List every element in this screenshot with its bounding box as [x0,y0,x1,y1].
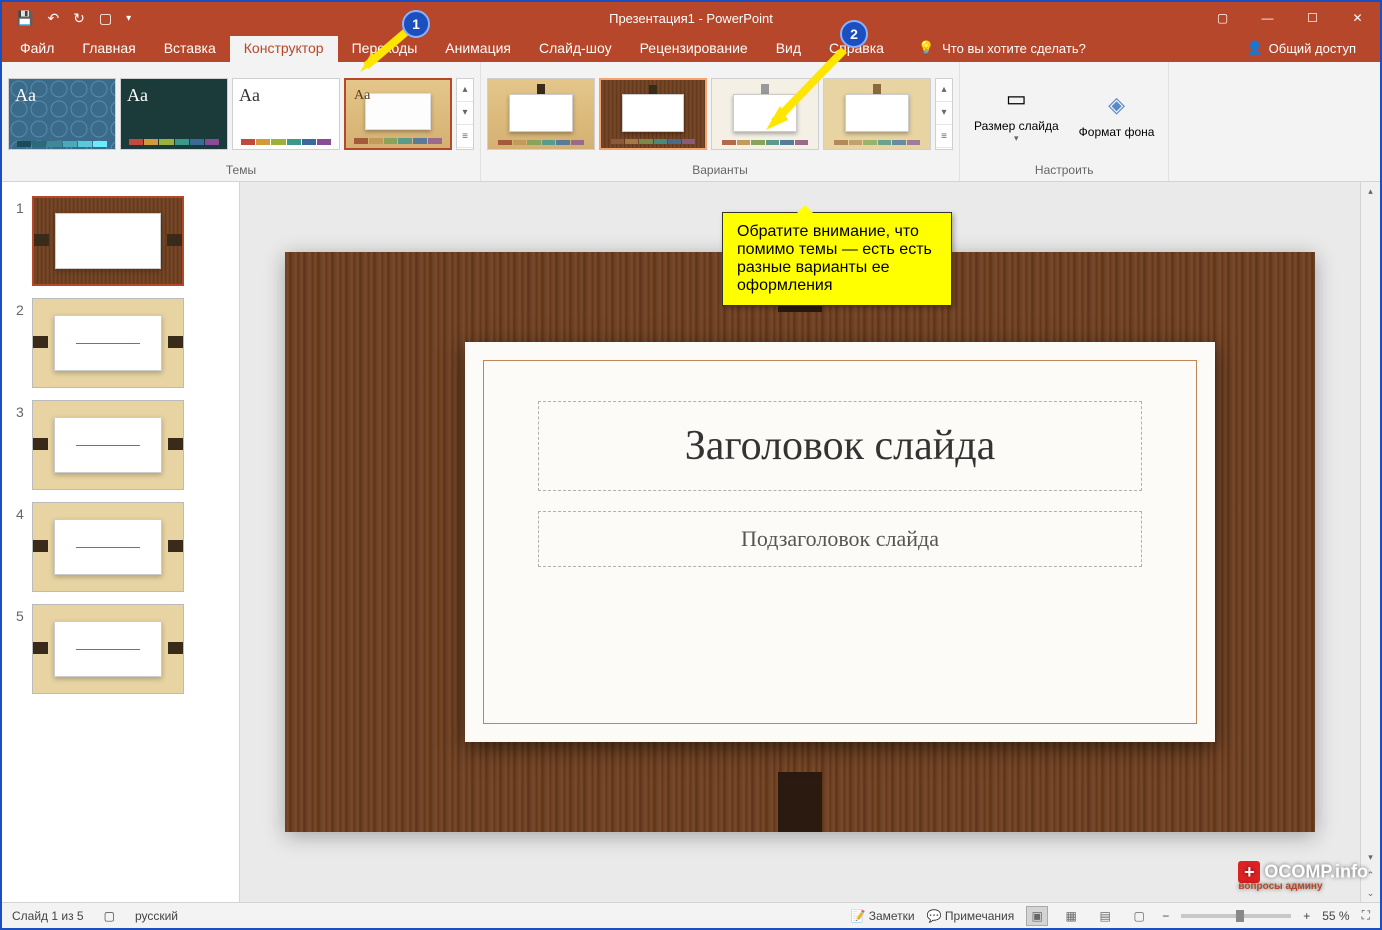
slide-thumb-2[interactable]: 2 [2,292,239,394]
scroll-up-icon[interactable]: ▴ [1361,182,1380,200]
tab-insert[interactable]: Вставка [150,36,230,62]
scroll-up-icon[interactable]: ▴ [457,79,473,102]
normal-view-icon[interactable]: ▣ [1026,906,1048,926]
annotation-badge-2: 2 [840,20,868,48]
slide-count-label[interactable]: Слайд 1 из 5 [12,909,84,923]
themes-gallery-more[interactable]: ▴ ▾ ≡ [456,78,474,150]
undo-icon[interactable]: ↶ [47,10,59,27]
start-from-beginning-icon[interactable]: ▢ [99,10,112,27]
ribbon-group-customize: ▭ Размер слайда ▾ ◈ Формат фона Настроит… [960,62,1169,181]
workspace: 1 2 3 4 5 Заголовок [2,182,1380,902]
format-background-icon: ◈ [1101,89,1133,121]
window-title: Презентация1 - PowerPoint [609,11,773,26]
scroll-up-icon[interactable]: ▴ [936,79,952,102]
quick-access-toolbar: 💾 ↶ ↻ ▢ ▾ [2,10,145,27]
status-bar: Слайд 1 из 5 ▢ русский 📝 Заметки 💬 Приме… [2,902,1380,928]
ribbon-tabs: Файл Главная Вставка Конструктор Переход… [2,34,1380,62]
theme-thumb-4-selected[interactable]: Aa [344,78,452,150]
zoom-out-icon[interactable]: − [1162,909,1169,923]
slide-canvas: Заголовок слайда Подзаголовок слайда [285,252,1315,832]
theme-thumb-2[interactable]: Aa [120,78,228,150]
themes-group-label: Темы [8,161,474,181]
slide-thumb-3[interactable]: 3 [2,394,239,496]
slide-sorter-view-icon[interactable]: ▦ [1060,906,1082,926]
lightbulb-icon: 💡 [918,40,934,56]
ribbon-group-themes: Aa Aa Aa Aa ▴ ▾ ≡ [2,62,481,181]
ribbon: Aa Aa Aa Aa ▴ ▾ ≡ [2,62,1380,182]
minimize-icon[interactable]: — [1245,2,1290,34]
maximize-icon[interactable]: ☐ [1290,2,1335,34]
close-icon[interactable]: ✕ [1335,2,1380,34]
zoom-in-icon[interactable]: + [1303,909,1310,923]
variants-gallery-more[interactable]: ▴ ▾ ≡ [935,78,953,150]
fit-to-window-icon[interactable]: ⛶ [1362,908,1370,923]
annotation-arrow-2 [754,42,854,142]
tab-animations[interactable]: Анимация [431,36,525,62]
tab-design[interactable]: Конструктор [230,36,338,62]
customize-group-label: Настроить [966,161,1162,181]
zoom-level-label[interactable]: 55 % [1322,909,1349,923]
save-icon[interactable]: 💾 [16,10,33,27]
dropdown-icon: ▾ [1014,133,1019,144]
slide-thumb-1[interactable]: 1 [2,190,239,292]
ribbon-group-variants: ▴ ▾ ≡ Варианты [481,62,960,181]
annotation-callout: Обратите внимание, что помимо темы — ест… [722,212,952,306]
variants-group-label: Варианты [487,161,953,181]
slide-clip-bottom [778,772,822,832]
language-label[interactable]: русский [135,909,178,923]
ribbon-display-icon[interactable]: ▢ [1200,2,1245,34]
variant-thumb-1[interactable] [487,78,595,150]
notes-button[interactable]: 📝 Заметки [850,909,914,923]
slide-title-placeholder[interactable]: Заголовок слайда [538,401,1143,491]
slide-thumbnails-panel[interactable]: 1 2 3 4 5 [2,182,240,902]
tab-slideshow[interactable]: Слайд-шоу [525,36,626,62]
comments-button[interactable]: 💬 Примечания [927,909,1015,923]
window-controls: ▢ — ☐ ✕ [1200,2,1380,34]
tab-file[interactable]: Файл [6,36,68,62]
expand-gallery-icon[interactable]: ≡ [936,125,952,148]
redo-icon[interactable]: ↻ [73,10,85,27]
annotation-badge-1: 1 [402,10,430,38]
title-bar: 💾 ↶ ↻ ▢ ▾ Презентация1 - PowerPoint ▢ — … [2,2,1380,34]
vertical-scrollbar[interactable]: ▴ ▾ ⌃ ⌄ [1360,182,1380,902]
expand-gallery-icon[interactable]: ≡ [457,125,473,148]
theme-thumb-1[interactable]: Aa [8,78,116,150]
watermark-icon: + [1238,861,1260,883]
format-background-button[interactable]: ◈ Формат фона [1071,85,1163,143]
scroll-down-icon[interactable]: ▾ [936,102,952,125]
tab-home[interactable]: Главная [68,36,149,62]
qat-customize-icon[interactable]: ▾ [126,13,131,24]
share-icon: 👤 [1246,40,1262,56]
slide-thumb-4[interactable]: 4 [2,496,239,598]
spell-check-icon[interactable]: ▢ [104,909,115,923]
share-button[interactable]: 👤 Общий доступ [1246,40,1356,62]
variant-thumb-2-selected[interactable] [599,78,707,150]
reading-view-icon[interactable]: ▤ [1094,906,1116,926]
scroll-down-icon[interactable]: ▾ [457,102,473,125]
slide-thumb-5[interactable]: 5 [2,598,239,700]
theme-thumb-3[interactable]: Aa [232,78,340,150]
slideshow-view-icon[interactable]: ▢ [1128,906,1150,926]
tab-review[interactable]: Рецензирование [626,36,762,62]
slide-paper: Заголовок слайда Подзаголовок слайда [465,342,1215,742]
watermark: +OCOMP.info вопросы админу [1238,861,1368,892]
slide-size-icon: ▭ [1000,83,1032,115]
zoom-slider[interactable] [1181,914,1291,918]
slide-subtitle-placeholder[interactable]: Подзаголовок слайда [538,511,1143,567]
tell-me-search[interactable]: 💡 Что вы хотите сделать? [918,40,1086,62]
slide-size-button[interactable]: ▭ Размер слайда ▾ [966,79,1067,148]
